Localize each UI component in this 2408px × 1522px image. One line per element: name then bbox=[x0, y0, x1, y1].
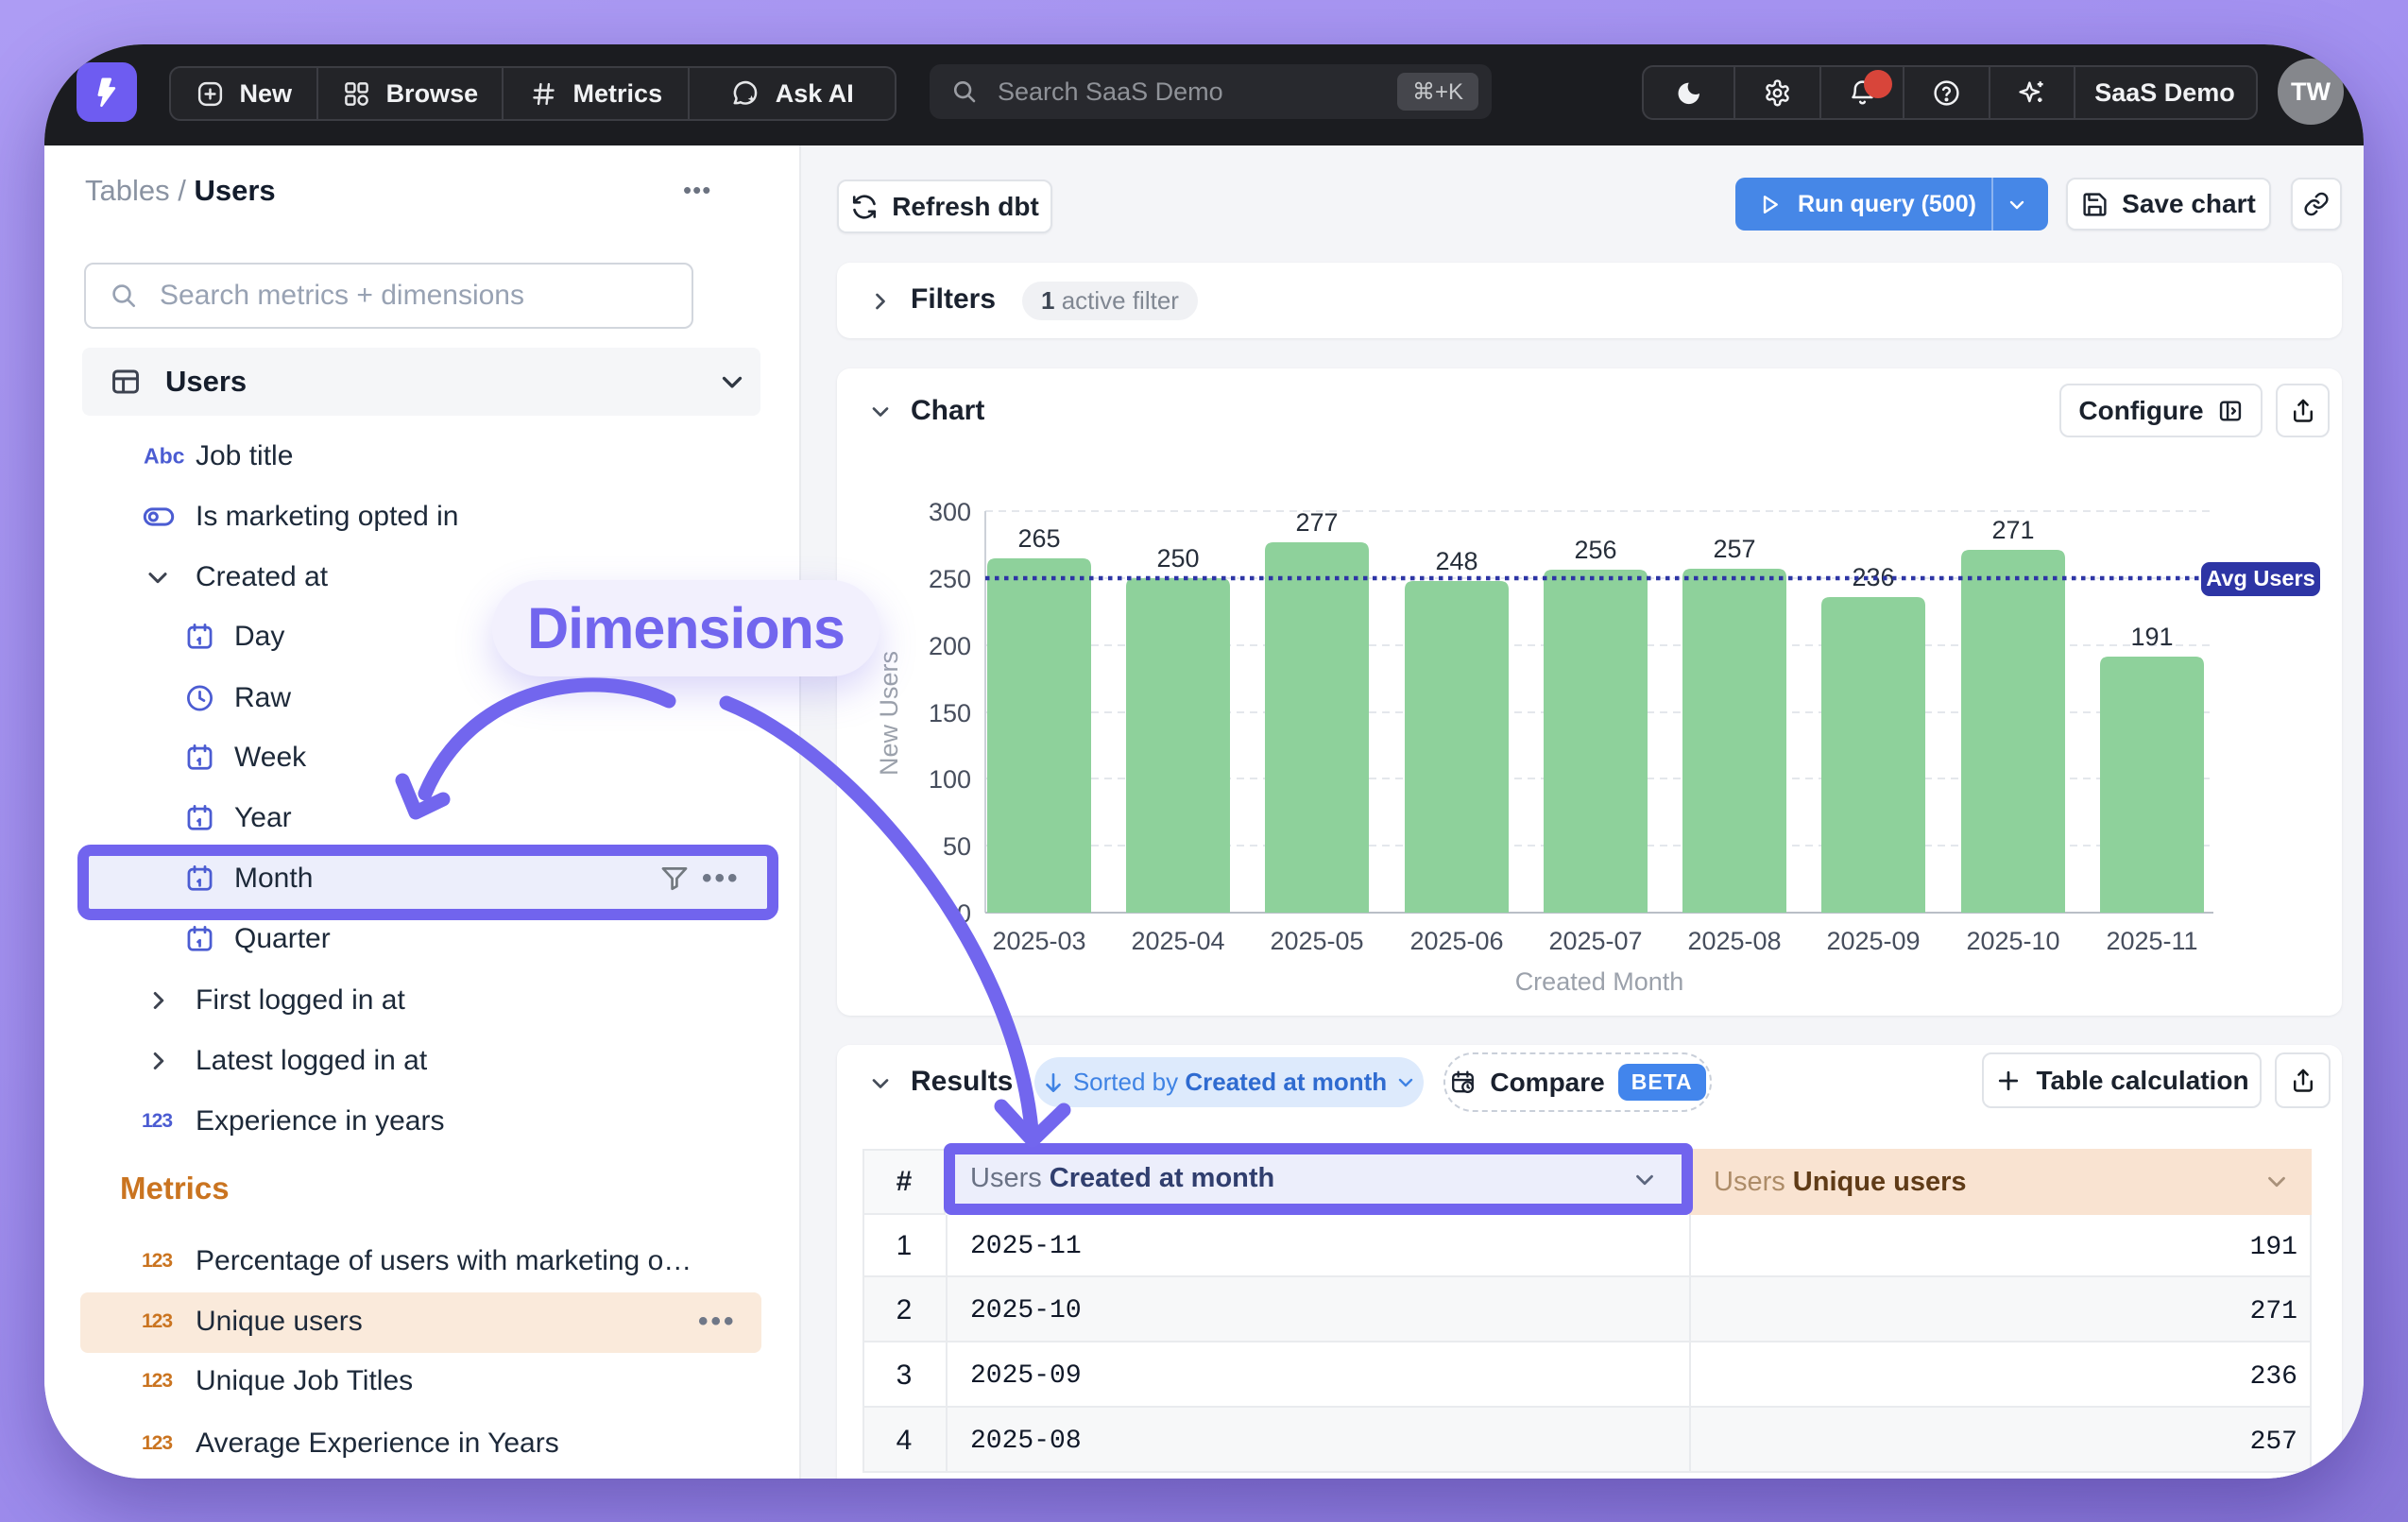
svg-text:271: 271 bbox=[1991, 516, 2034, 544]
svg-text:Avg Users: Avg Users bbox=[2206, 566, 2314, 590]
svg-text:250: 250 bbox=[929, 565, 971, 593]
svg-text:200: 200 bbox=[929, 632, 971, 660]
svg-text:Created Month: Created Month bbox=[1515, 967, 1684, 996]
svg-text:256: 256 bbox=[1574, 536, 1616, 564]
svg-text:2025-03: 2025-03 bbox=[992, 927, 1085, 955]
svg-text:150: 150 bbox=[929, 699, 971, 727]
svg-text:100: 100 bbox=[929, 765, 971, 794]
svg-text:265: 265 bbox=[1017, 524, 1060, 553]
svg-text:2025-08: 2025-08 bbox=[1687, 927, 1781, 955]
svg-text:2025-10: 2025-10 bbox=[1966, 927, 2059, 955]
svg-text:2025-06: 2025-06 bbox=[1409, 927, 1503, 955]
svg-text:300: 300 bbox=[929, 498, 971, 526]
svg-text:0: 0 bbox=[957, 899, 971, 928]
svg-text:2025-07: 2025-07 bbox=[1548, 927, 1642, 955]
svg-text:257: 257 bbox=[1713, 535, 1755, 563]
svg-text:250: 250 bbox=[1156, 544, 1199, 573]
svg-text:2025-11: 2025-11 bbox=[2106, 927, 2197, 955]
svg-text:248: 248 bbox=[1435, 547, 1477, 575]
svg-text:New Users: New Users bbox=[875, 651, 903, 776]
svg-text:2025-04: 2025-04 bbox=[1131, 927, 1224, 955]
svg-text:277: 277 bbox=[1295, 508, 1338, 537]
svg-text:191: 191 bbox=[2130, 623, 2173, 651]
svg-text:50: 50 bbox=[943, 832, 971, 861]
svg-text:2025-05: 2025-05 bbox=[1270, 927, 1363, 955]
svg-text:2025-09: 2025-09 bbox=[1826, 927, 1920, 955]
